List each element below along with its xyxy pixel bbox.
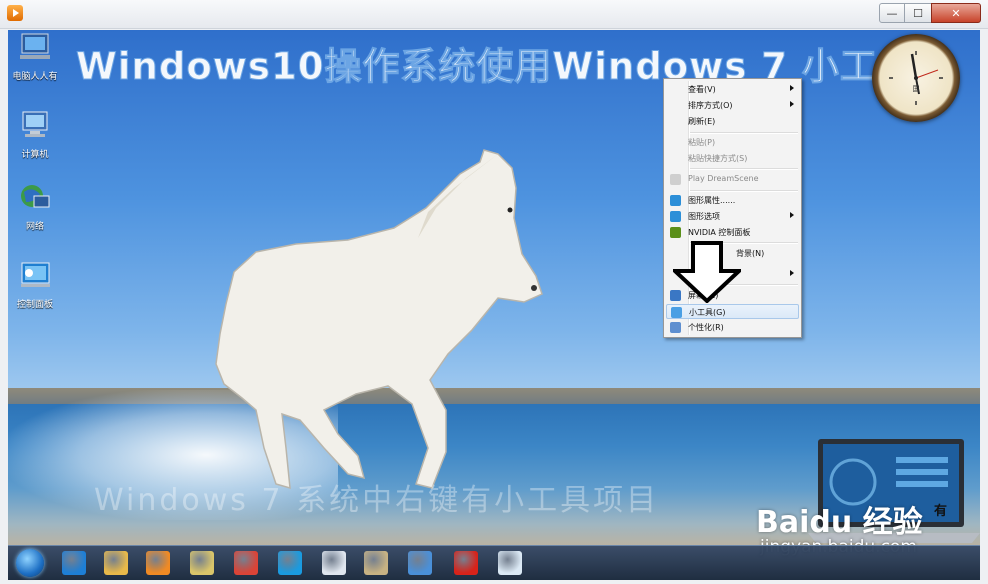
chess-icon[interactable] <box>454 551 478 575</box>
desktop-icon-control-panel[interactable]: 控制面板 <box>8 260 65 310</box>
menu-item-label: Play DreamScene <box>688 174 759 183</box>
menu-item-paste[interactable]: 粘贴(P) <box>666 135 799 150</box>
menu-separator <box>690 190 798 192</box>
chrome-icon[interactable] <box>234 551 258 575</box>
flower-icon[interactable] <box>498 551 522 575</box>
menu-item-label: 查看(V) <box>688 85 716 94</box>
intel-graphics-icon <box>670 211 681 222</box>
menu-item-label: 刷新(E) <box>688 117 716 126</box>
nvidia-icon <box>670 227 681 238</box>
clock-hands <box>889 51 943 105</box>
menu-item-refresh[interactable]: 刷新(E) <box>666 114 799 129</box>
menu-item-graphics-options[interactable]: 图形选项 <box>666 209 799 224</box>
baidu-logo: Baidu 经验 <box>756 505 923 540</box>
desktop-icon-network[interactable]: 网络 <box>8 182 65 232</box>
dreamscene-icon <box>670 174 681 185</box>
menu-item-label: 小工具(G) <box>689 308 726 317</box>
computer-icon <box>22 111 48 137</box>
menu-item-label: 图形属性...... <box>688 196 736 205</box>
intel-graphics-icon <box>670 195 681 206</box>
menu-item-label: 个性化(R) <box>688 323 724 332</box>
title-bar: — ☐ ✕ <box>0 0 988 29</box>
menu-separator <box>690 168 798 170</box>
desktop-icon-label: 电脑人人有 <box>12 72 58 82</box>
horse-image <box>215 149 543 490</box>
desktop-icon-label: 计算机 <box>21 150 49 160</box>
screen-tool-icon[interactable] <box>408 551 432 575</box>
taskbar <box>8 545 980 580</box>
menu-item-dreamscene[interactable]: Play DreamScene <box>666 172 799 187</box>
menu-item-label: 图形选项 <box>688 212 720 221</box>
monitor-icon <box>20 33 50 59</box>
desktop-icon-computer[interactable]: 计算机 <box>8 110 65 160</box>
down-arrow-icon <box>673 241 741 303</box>
submenu-arrow-icon <box>790 85 794 91</box>
document-icon[interactable] <box>322 551 346 575</box>
notes-icon[interactable] <box>190 551 214 575</box>
menu-item-gadgets[interactable]: 小工具(G) <box>666 304 799 319</box>
menu-item-graphics-properties[interactable]: 图形属性...... <box>666 193 799 208</box>
control-panel-icon <box>21 262 50 287</box>
menu-item-label: 粘贴(P) <box>688 138 716 147</box>
menu-item-label: NVIDIA 控制面板 <box>688 228 751 237</box>
network-icon <box>21 185 50 208</box>
menu-item-label: 粘贴快捷方式(S) <box>688 154 748 163</box>
menu-item-sort[interactable]: 排序方式(O) <box>666 98 799 113</box>
close-button[interactable]: ✕ <box>931 3 981 23</box>
menu-item-nvidia[interactable]: NVIDIA 控制面板 <box>666 225 799 240</box>
desktop-icon-label: 控制面板 <box>16 300 53 310</box>
submenu-arrow-icon <box>790 212 794 218</box>
media-player-app-icon[interactable] <box>7 5 23 21</box>
submenu-arrow-icon <box>790 270 794 276</box>
clock-gadget[interactable]: 国 <box>872 34 960 122</box>
submenu-arrow-icon <box>790 101 794 107</box>
paint-icon[interactable] <box>364 551 388 575</box>
desktop-icon-pc-site[interactable]: 电脑人人有 <box>8 32 65 82</box>
gadgets-icon <box>671 307 682 318</box>
media-player-icon[interactable] <box>146 551 170 575</box>
watermark-text: Windows 7 系统中右键有小工具项目 <box>94 483 660 518</box>
clock-brand: 国 <box>912 85 920 93</box>
desktop-icon-label: 网络 <box>25 222 44 232</box>
maximize-button[interactable]: ☐ <box>904 3 932 23</box>
menu-item-paste-shortcut[interactable]: 粘贴快捷方式(S) <box>666 151 799 166</box>
browser-icon[interactable] <box>278 551 302 575</box>
menu-item-personalize[interactable]: 个性化(R) <box>666 320 799 335</box>
start-button[interactable] <box>16 549 44 577</box>
ie-icon[interactable] <box>62 551 86 575</box>
menu-item-label: 排序方式(O) <box>688 101 733 110</box>
desktop[interactable]: Windows10操作系统使用Windows 7 小工具 电脑人人有 计算机 网… <box>8 30 980 545</box>
menu-item-view[interactable]: 查看(V) <box>666 82 799 97</box>
personalize-icon <box>670 322 681 333</box>
folder-icon[interactable] <box>104 551 128 575</box>
minimize-button[interactable]: — <box>879 3 905 23</box>
menu-separator <box>690 132 798 134</box>
app-window: — ☐ ✕ Windows10操作系统使用Windows 7 小工具 电脑人人有… <box>0 0 988 584</box>
laptop-caption: 有 <box>934 504 948 519</box>
